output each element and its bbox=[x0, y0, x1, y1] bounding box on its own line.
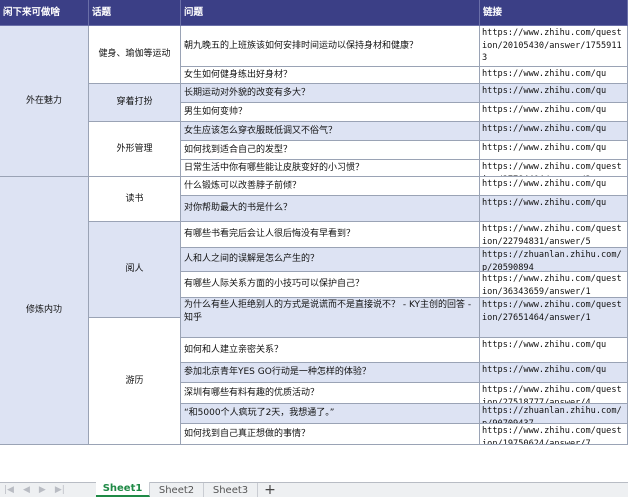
link-cell[interactable]: https://www.zhihu.com/qu bbox=[480, 338, 628, 363]
link-cell[interactable]: https://zhuanlan.zhihu.com/p/90709437 bbox=[480, 404, 628, 424]
header-cell-question[interactable]: 问题 bbox=[181, 0, 480, 26]
tab-sheet2[interactable]: Sheet2 bbox=[150, 483, 204, 497]
tab-sheet3[interactable]: Sheet3 bbox=[204, 483, 258, 497]
tab-sheet1[interactable]: Sheet1 bbox=[96, 482, 150, 497]
question-cell[interactable]: 深圳有哪些有料有趣的优质活动？ bbox=[181, 383, 480, 404]
link-cell[interactable]: https://www.zhihu.com/question/22794831/… bbox=[480, 222, 628, 248]
group-cell-inner-cultivation[interactable]: 修炼内功 bbox=[0, 177, 89, 445]
spreadsheet-grid[interactable]: 闲下来可做啥 话题 问题 链接 外在魅力 修炼内功 健身、瑜伽等运动 穿着打扮 … bbox=[0, 0, 628, 482]
group-cell-outer-charm[interactable]: 外在魅力 bbox=[0, 26, 89, 177]
topic-cell-dressing[interactable]: 穿着打扮 bbox=[89, 84, 181, 122]
question-cell[interactable]: 长期运动对外貌的改变有多大？ bbox=[181, 84, 480, 103]
header-cell-topic[interactable]: 话题 bbox=[89, 0, 181, 26]
question-cell[interactable]: 有哪些书看完后会让人很后悔没有早看到？ bbox=[181, 222, 480, 248]
link-cell[interactable]: https://www.zhihu.com/qu bbox=[480, 67, 628, 84]
question-cell[interactable]: 如何和人建立亲密关系？ bbox=[181, 338, 480, 363]
question-cell[interactable]: 参加北京青年YES GO行动是一种怎样的体验？ bbox=[181, 363, 480, 383]
question-cell[interactable]: 人和人之间的误解是怎么产生的？ bbox=[181, 248, 480, 272]
topic-cell-reading-people[interactable]: 阅人 bbox=[89, 222, 181, 318]
next-sheet-icon[interactable]: ▶ bbox=[39, 485, 46, 495]
question-cell[interactable]: 有哪些人际关系方面的小技巧可以保护自己？ bbox=[181, 272, 480, 298]
link-cell[interactable]: https://www.zhihu.com/question/27784404/… bbox=[480, 160, 628, 177]
question-cell[interactable]: 如何找到适合自己的发型？ bbox=[181, 141, 480, 160]
link-cell[interactable]: https://www.zhihu.com/qu bbox=[480, 196, 628, 222]
link-cell[interactable]: https://www.zhihu.com/question/36343659/… bbox=[480, 272, 628, 298]
question-cell[interactable]: 什么锻炼可以改善脖子前倾？ bbox=[181, 177, 480, 196]
question-cell[interactable]: 为什么有些人拒绝别人的方式是说谎而不是直接说不？ - KY主创的回答 - 知乎 bbox=[181, 298, 480, 338]
question-cell[interactable]: 女生如何健身练出好身材？ bbox=[181, 67, 480, 84]
topic-cell-fitness[interactable]: 健身、瑜伽等运动 bbox=[89, 26, 181, 84]
link-cell[interactable]: https://www.zhihu.com/qu bbox=[480, 103, 628, 122]
topic-cell-reading[interactable]: 读书 bbox=[89, 177, 181, 222]
prev-sheet-icon[interactable]: ◀ bbox=[23, 485, 30, 495]
link-cell[interactable]: https://www.zhihu.com/question/20105430/… bbox=[480, 26, 628, 67]
sheet-nav: |◀ ◀ ▶ ▶| bbox=[0, 483, 96, 497]
question-cell[interactable]: “和5000个人疯玩了2天，我想通了。” bbox=[181, 404, 480, 424]
topic-cell-travel[interactable]: 游历 bbox=[89, 318, 181, 445]
last-sheet-icon[interactable]: ▶| bbox=[55, 485, 65, 495]
link-cell[interactable]: https://www.zhihu.com/qu bbox=[480, 122, 628, 141]
question-cell[interactable]: 日常生活中你有哪些能让皮肤变好的小习惯？ bbox=[181, 160, 480, 177]
link-cell[interactable]: https://www.zhihu.com/question/19750624/… bbox=[480, 424, 628, 445]
question-cell[interactable]: 朝九晚五的上班族该如何安排时间运动以保持身材和健康？ bbox=[181, 26, 480, 67]
link-cell[interactable]: https://www.zhihu.com/qu bbox=[480, 177, 628, 196]
add-sheet-button[interactable]: + bbox=[258, 482, 282, 497]
first-sheet-icon[interactable]: |◀ bbox=[4, 485, 14, 495]
question-cell[interactable]: 如何找到自己真正想做的事情？ bbox=[181, 424, 480, 445]
question-cell[interactable]: 女生应该怎么穿衣服既低调又不俗气？ bbox=[181, 122, 480, 141]
link-cell[interactable]: https://www.zhihu.com/qu bbox=[480, 363, 628, 383]
question-cell[interactable]: 男生如何变帅？ bbox=[181, 103, 480, 122]
header-cell-link[interactable]: 链接 bbox=[480, 0, 628, 26]
topic-cell-appearance[interactable]: 外形管理 bbox=[89, 122, 181, 177]
link-cell[interactable]: https://www.zhihu.com/question/27651464/… bbox=[480, 298, 628, 338]
link-cell[interactable]: https://www.zhihu.com/question/27518777/… bbox=[480, 383, 628, 404]
header-cell-what[interactable]: 闲下来可做啥 bbox=[0, 0, 89, 26]
sheet-tab-bar: |◀ ◀ ▶ ▶| Sheet1 Sheet2 Sheet3 + bbox=[0, 482, 628, 497]
question-cell[interactable]: 对你帮助最大的书是什么？ bbox=[181, 196, 480, 222]
link-cell[interactable]: https://www.zhihu.com/qu bbox=[480, 141, 628, 160]
link-cell[interactable]: https://zhuanlan.zhihu.com/p/20590894 bbox=[480, 248, 628, 272]
link-cell[interactable]: https://www.zhihu.com/qu bbox=[480, 84, 628, 103]
